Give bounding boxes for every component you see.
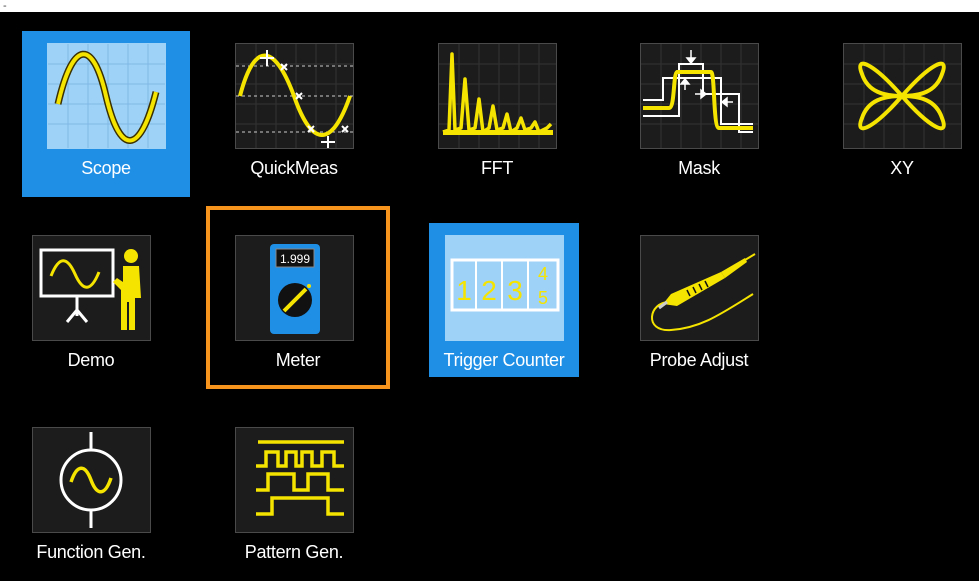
- top-bar: -: [0, 0, 979, 12]
- app-tile-fft[interactable]: FFT: [413, 31, 581, 197]
- app-tile-pattern-gen[interactable]: Pattern Gen.: [210, 415, 378, 581]
- counter-digit-5: 5: [538, 288, 548, 308]
- app-label-scope: Scope: [81, 158, 131, 178]
- pattern-generator-icon: [235, 427, 354, 533]
- counter-digits-icon: 1 2 3 4 5: [445, 235, 564, 341]
- meter-display: 1.999: [280, 252, 310, 266]
- spectrum-icon: [438, 43, 557, 149]
- app-tile-trigger-counter[interactable]: 1 2 3 4 5 Trigger Counter: [429, 223, 579, 377]
- function-generator-icon: [32, 427, 151, 533]
- presenter-icon: [32, 235, 151, 341]
- app-tile-probe-adjust[interactable]: Probe Adjust: [615, 223, 783, 389]
- app-label-meter: Meter: [275, 350, 321, 370]
- sine-wave-icon: [47, 43, 166, 149]
- counter-digit-1: 1: [456, 275, 472, 306]
- probe-icon: [640, 235, 759, 341]
- app-label-xy: XY: [890, 158, 914, 178]
- app-label-demo: Demo: [67, 350, 115, 370]
- app-tile-mask[interactable]: Mask: [615, 31, 783, 197]
- app-label-quickmeas: QuickMeas: [250, 158, 338, 178]
- measured-sine-icon: [235, 43, 354, 149]
- counter-digit-4: 4: [538, 264, 548, 284]
- top-bar-mark: -: [3, 0, 7, 12]
- app-label-probe-adjust: Probe Adjust: [649, 350, 749, 370]
- app-label-mask: Mask: [678, 158, 720, 178]
- app-tile-meter[interactable]: 1.999 Meter: [206, 206, 390, 389]
- app-tile-function-gen[interactable]: Function Gen.: [7, 415, 175, 581]
- lissajous-icon: [843, 43, 962, 149]
- app-label-pattern-gen: Pattern Gen.: [244, 542, 344, 562]
- app-label-function-gen: Function Gen.: [36, 542, 146, 562]
- app-tile-scope[interactable]: Scope: [22, 31, 190, 197]
- mask-test-icon: [640, 43, 759, 149]
- app-tile-quickmeas[interactable]: QuickMeas: [210, 31, 378, 197]
- app-label-fft: FFT: [480, 158, 514, 178]
- counter-digit-3: 3: [507, 275, 523, 306]
- counter-digit-2: 2: [481, 275, 497, 306]
- app-label-trigger-counter: Trigger Counter: [443, 350, 565, 370]
- app-tile-demo[interactable]: Demo: [7, 223, 175, 389]
- app-tile-xy[interactable]: XY: [818, 31, 979, 197]
- multimeter-icon: 1.999: [235, 235, 354, 341]
